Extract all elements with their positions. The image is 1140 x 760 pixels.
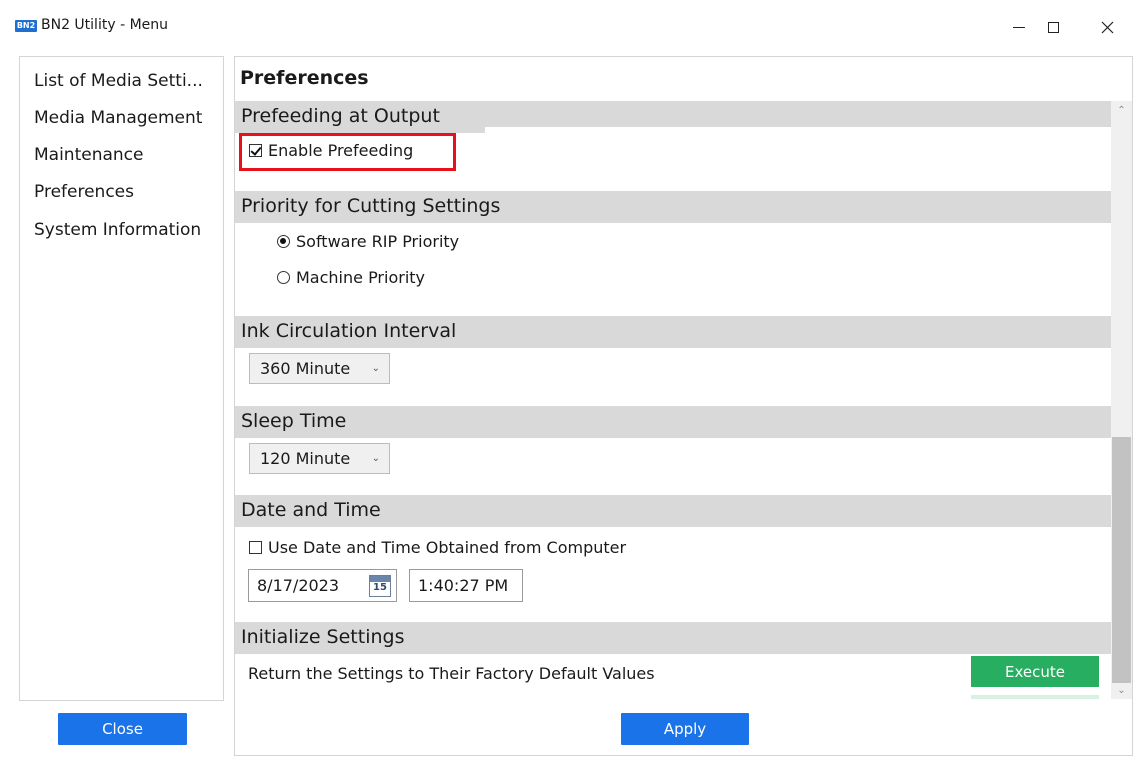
calendar-icon[interactable]: 15: [369, 575, 391, 597]
checkbox-checked-icon: [249, 144, 262, 157]
section-header-initialize: Initialize Settings: [235, 622, 1111, 654]
preferences-scroll-area: Prefeeding at Output Enable Prefeeding P…: [235, 101, 1115, 699]
section-title: Initialize Settings: [241, 626, 405, 648]
title-bar: BN2 BN2 Utility - Menu: [0, 0, 1140, 50]
time-field[interactable]: 1:40:27 PM: [409, 569, 523, 602]
chevron-down-icon: ⌄: [371, 453, 380, 464]
dropdown-value: 120 Minute: [260, 449, 351, 468]
preferences-panel: Preferences Prefeeding at Output Enable …: [234, 56, 1133, 756]
chevron-down-icon: ⌄: [371, 363, 380, 374]
apply-button[interactable]: Apply: [621, 713, 749, 745]
sidebar-item-list-of-media-settings[interactable]: List of Media Setti...: [34, 71, 203, 91]
sidebar-item-system-information[interactable]: System Information: [34, 220, 201, 240]
page-title: Preferences: [240, 67, 369, 89]
execute-button-shadow: [971, 695, 1099, 699]
sidebar-item-media-management[interactable]: Media Management: [34, 108, 202, 128]
radio-unselected-icon: [277, 271, 290, 284]
initialize-description-text: Return the Settings to Their Factory Def…: [248, 664, 655, 683]
ink-interval-dropdown[interactable]: 360 Minute ⌄: [249, 353, 390, 384]
enable-prefeeding-checkbox[interactable]: Enable Prefeeding: [249, 141, 413, 160]
calendar-day: 15: [373, 582, 387, 593]
radio-software-rip-priority[interactable]: Software RIP Priority: [277, 232, 459, 251]
app-logo-icon: BN2: [15, 20, 37, 32]
use-computer-time-label: Use Date and Time Obtained from Computer: [268, 538, 627, 557]
radio-machine-priority[interactable]: Machine Priority: [277, 268, 425, 287]
use-computer-time-checkbox[interactable]: Use Date and Time Obtained from Computer: [249, 538, 626, 557]
section-title: Ink Circulation Interval: [241, 320, 457, 342]
section-title: Priority for Cutting Settings: [241, 195, 501, 217]
header-divider: [485, 127, 1111, 133]
enable-prefeeding-label: Enable Prefeeding: [268, 141, 414, 160]
scroll-down-icon[interactable]: ⌄: [1111, 681, 1132, 699]
radio-label: Software RIP Priority: [296, 232, 460, 251]
execute-button[interactable]: Execute: [971, 656, 1099, 687]
window-title: BN2 Utility - Menu: [41, 17, 169, 33]
vertical-scrollbar[interactable]: ⌃ ⌄: [1111, 101, 1132, 699]
close-button[interactable]: Close: [58, 713, 187, 745]
minimize-icon: [1013, 26, 1025, 28]
sidebar-item-preferences[interactable]: Preferences: [34, 182, 134, 202]
date-picker[interactable]: 8/17/2023 15: [248, 569, 397, 602]
time-value: 1:40:27 PM: [418, 576, 509, 595]
section-header-date-time: Date and Time: [235, 495, 1111, 527]
section-title: Sleep Time: [241, 410, 347, 432]
radio-selected-icon: [277, 235, 290, 248]
sleep-time-dropdown[interactable]: 120 Minute ⌄: [249, 443, 390, 474]
section-title: Prefeeding at Output: [241, 105, 440, 127]
window-close-button[interactable]: [1084, 10, 1130, 44]
date-value: 8/17/2023: [257, 576, 340, 595]
sidebar: List of Media Setti... Media Management …: [19, 56, 224, 701]
dropdown-value: 360 Minute: [260, 359, 351, 378]
initialize-description: Return the Settings to Their Factory Def…: [248, 664, 655, 683]
checkbox-unchecked-icon: [249, 541, 262, 554]
section-header-cutting-priority: Priority for Cutting Settings: [235, 191, 1111, 223]
radio-label: Machine Priority: [296, 268, 426, 287]
scroll-up-icon[interactable]: ⌃: [1111, 101, 1132, 119]
sidebar-item-maintenance[interactable]: Maintenance: [34, 145, 143, 165]
maximize-icon: [1047, 21, 1059, 33]
section-header-ink-circulation: Ink Circulation Interval: [235, 316, 1111, 348]
section-title: Date and Time: [241, 499, 381, 521]
close-icon: [1101, 21, 1113, 33]
section-header-sleep-time: Sleep Time: [235, 406, 1111, 438]
maximize-button[interactable]: [1030, 10, 1076, 44]
scrollbar-thumb[interactable]: [1112, 437, 1131, 683]
